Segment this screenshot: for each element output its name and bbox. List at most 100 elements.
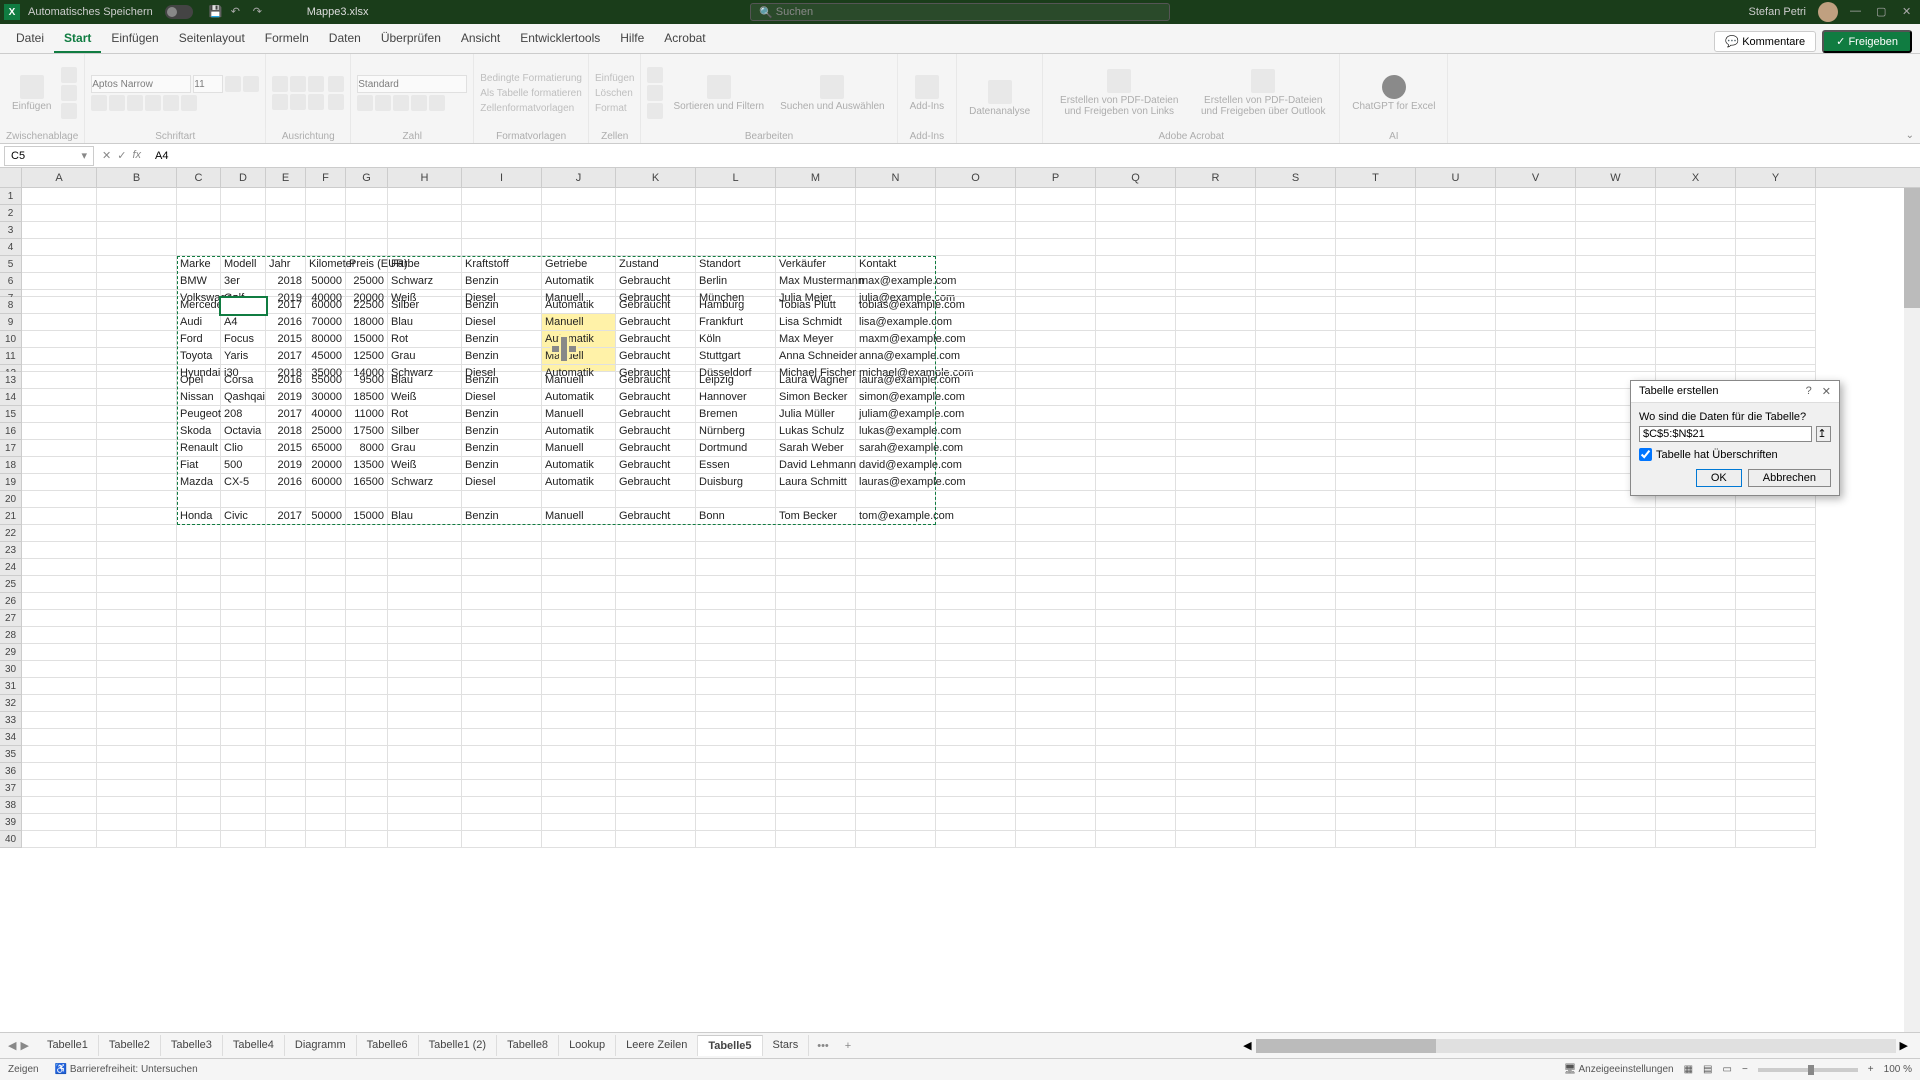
cell[interactable]: [856, 491, 936, 508]
sheet-tab[interactable]: Leere Zeilen: [616, 1035, 698, 1056]
cell[interactable]: [936, 406, 1016, 423]
cell-styles-button[interactable]: Zellenformatvorlagen: [480, 103, 582, 114]
row-header[interactable]: 24: [0, 559, 22, 576]
cell[interactable]: Jahr: [266, 256, 306, 273]
cell[interactable]: [177, 644, 221, 661]
cell[interactable]: Benzin: [462, 406, 542, 423]
cell[interactable]: [776, 763, 856, 780]
cell[interactable]: [1496, 188, 1576, 205]
cell[interactable]: Köln: [696, 331, 776, 348]
cell[interactable]: [388, 205, 462, 222]
cell[interactable]: [1656, 542, 1736, 559]
cell[interactable]: [1336, 297, 1416, 314]
cell[interactable]: CX-5: [221, 474, 266, 491]
vertical-scrollbar[interactable]: [1904, 188, 1920, 1032]
cell[interactable]: [1336, 491, 1416, 508]
cell[interactable]: [221, 576, 266, 593]
cell[interactable]: [462, 780, 542, 797]
cell[interactable]: [1496, 290, 1576, 297]
cell[interactable]: [1656, 508, 1736, 525]
zoom-level[interactable]: 100 %: [1884, 1064, 1912, 1075]
cell[interactable]: [1576, 256, 1656, 273]
cell[interactable]: [346, 729, 388, 746]
cell[interactable]: [936, 797, 1016, 814]
cell[interactable]: [542, 678, 616, 695]
cell[interactable]: [1496, 678, 1576, 695]
cell[interactable]: [22, 712, 97, 729]
cell[interactable]: [1256, 610, 1336, 627]
cell[interactable]: Max Mustermann: [776, 273, 856, 290]
cell[interactable]: [1016, 712, 1096, 729]
cell[interactable]: Stuttgart: [696, 348, 776, 365]
cell[interactable]: [22, 314, 97, 331]
row-header[interactable]: 3: [0, 222, 22, 239]
cell[interactable]: [1416, 239, 1496, 256]
cell[interactable]: [1176, 222, 1256, 239]
cell[interactable]: [1256, 314, 1336, 331]
cell[interactable]: [1016, 610, 1096, 627]
cell[interactable]: [1256, 559, 1336, 576]
cell[interactable]: [388, 222, 462, 239]
cell[interactable]: [306, 661, 346, 678]
range-input[interactable]: [1639, 426, 1812, 442]
cell[interactable]: [616, 746, 696, 763]
cell[interactable]: [1416, 389, 1496, 406]
cell[interactable]: Silber: [388, 423, 462, 440]
cell[interactable]: [1656, 661, 1736, 678]
cell[interactable]: [97, 188, 177, 205]
cell[interactable]: [1256, 661, 1336, 678]
cell[interactable]: [1176, 644, 1256, 661]
cell[interactable]: 500: [221, 457, 266, 474]
cell[interactable]: [266, 814, 306, 831]
save-icon[interactable]: 💾: [209, 5, 223, 19]
cell[interactable]: [1256, 491, 1336, 508]
cell[interactable]: Gebraucht: [616, 290, 696, 297]
cell[interactable]: 9500: [346, 372, 388, 389]
cell[interactable]: [1256, 627, 1336, 644]
cell[interactable]: [1096, 559, 1176, 576]
cell[interactable]: max@example.com: [856, 273, 936, 290]
row-header[interactable]: 5: [0, 256, 22, 273]
tab-daten[interactable]: Daten: [319, 25, 371, 53]
cell[interactable]: [856, 831, 936, 848]
cell[interactable]: [97, 644, 177, 661]
cell[interactable]: [1736, 593, 1816, 610]
cell[interactable]: [346, 491, 388, 508]
cell[interactable]: [1416, 797, 1496, 814]
cell[interactable]: [1416, 222, 1496, 239]
cell[interactable]: [306, 542, 346, 559]
cell[interactable]: [1016, 525, 1096, 542]
cell[interactable]: [1336, 712, 1416, 729]
cell[interactable]: [266, 644, 306, 661]
cell[interactable]: [1016, 763, 1096, 780]
cell[interactable]: [1496, 763, 1576, 780]
cell[interactable]: Gebraucht: [616, 406, 696, 423]
cell[interactable]: [1736, 763, 1816, 780]
cell[interactable]: [1496, 348, 1576, 365]
cell[interactable]: Corsa: [221, 372, 266, 389]
cell[interactable]: [388, 763, 462, 780]
cell[interactable]: Benzin: [462, 297, 542, 314]
cell[interactable]: [1176, 256, 1256, 273]
cell[interactable]: [346, 627, 388, 644]
cell[interactable]: [97, 297, 177, 314]
cell[interactable]: [1656, 256, 1736, 273]
cell[interactable]: [1096, 797, 1176, 814]
cell[interactable]: sarah@example.com: [856, 440, 936, 457]
row-header[interactable]: 4: [0, 239, 22, 256]
cell[interactable]: [1096, 695, 1176, 712]
cell[interactable]: [266, 559, 306, 576]
cell[interactable]: [776, 525, 856, 542]
cell[interactable]: [22, 610, 97, 627]
cell[interactable]: A-Klasse: [221, 297, 266, 314]
cell[interactable]: Manuell: [542, 290, 616, 297]
cell[interactable]: [1336, 644, 1416, 661]
cell[interactable]: [1336, 576, 1416, 593]
cell[interactable]: [388, 593, 462, 610]
cell[interactable]: [1016, 423, 1096, 440]
cell[interactable]: 2017: [266, 297, 306, 314]
row-header[interactable]: 8: [0, 297, 22, 314]
cell[interactable]: [1496, 831, 1576, 848]
cell[interactable]: [1096, 491, 1176, 508]
cell[interactable]: [22, 559, 97, 576]
